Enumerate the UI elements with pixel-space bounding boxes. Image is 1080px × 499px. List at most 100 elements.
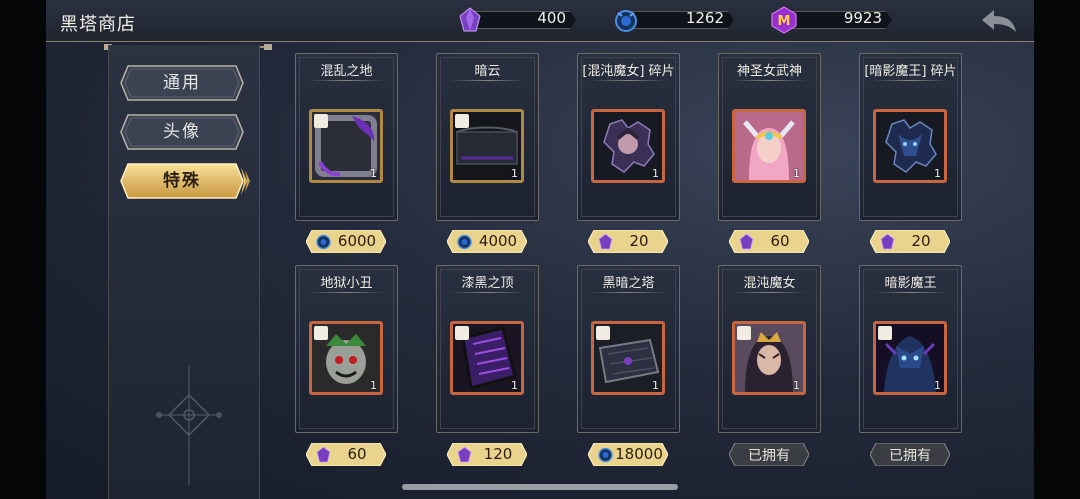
banner-tag-icon xyxy=(455,114,469,128)
back-arrow-icon[interactable] xyxy=(978,6,1020,36)
price-value: 4000 xyxy=(478,232,518,250)
owned-badge-chaos-witch: 已拥有 xyxy=(729,443,809,466)
item-thumbnail: 1 xyxy=(732,321,806,395)
item-thumbnail: 1 xyxy=(450,321,524,395)
price-value: 60 xyxy=(347,445,367,463)
tab-avatar[interactable]: 头像 xyxy=(120,114,244,150)
item-card-hell-clown[interactable]: 地狱小丑 1 xyxy=(295,265,398,433)
item-quantity: 1 xyxy=(793,379,800,392)
tab-special[interactable]: 特殊 xyxy=(120,163,250,199)
item-thumbnail: 1 xyxy=(591,109,665,183)
price-value: 20 xyxy=(629,232,649,250)
purple-crystal-icon xyxy=(880,233,895,250)
horizontal-scrollbar[interactable] xyxy=(402,484,678,490)
blue-orb-icon xyxy=(615,10,637,32)
blue-orb-icon xyxy=(316,234,331,250)
blue-orb-count: 1262 xyxy=(685,9,724,27)
blue-orb-icon xyxy=(598,447,613,463)
purple-crystal-icon xyxy=(457,446,472,463)
blue-orb-icon xyxy=(457,234,472,250)
map-tag-icon xyxy=(455,326,469,340)
purple-crystal-icon xyxy=(739,233,754,250)
tab-avatar-label: 头像 xyxy=(163,122,201,142)
tab-special-label: 特殊 xyxy=(163,171,201,191)
price-button-dark-cloud[interactable]: 4000 xyxy=(447,230,527,253)
item-name: 混乱之地 xyxy=(320,64,373,79)
faction-tag-icon xyxy=(737,326,751,340)
owned-label: 已拥有 xyxy=(748,448,790,464)
tab-general[interactable]: 通用 xyxy=(120,65,244,101)
item-quantity: 1 xyxy=(370,167,377,180)
item-name: 暗云 xyxy=(474,64,501,79)
item-card-chaos-land[interactable]: 混乱之地 1 xyxy=(295,53,398,221)
purple-crystal-icon xyxy=(459,7,481,32)
item-quantity: 1 xyxy=(370,379,377,392)
price-value: 60 xyxy=(770,232,790,250)
owned-badge-shadow-lord: 已拥有 xyxy=(870,443,950,466)
currency-purple-crystal: 400 xyxy=(456,7,576,32)
price-button-chaos-land[interactable]: 6000 xyxy=(306,230,386,253)
item-card-holy-valkyrie[interactable]: 神圣女武神 1 xyxy=(718,53,821,221)
item-quantity: 1 xyxy=(652,167,659,180)
item-card-shadow-lord[interactable]: 暗影魔王 1 xyxy=(859,265,962,433)
price-button-hell-clown[interactable]: 60 xyxy=(306,443,386,466)
item-name: 暗影魔王 xyxy=(884,276,937,291)
item-name: 混沌魔女 xyxy=(743,276,796,291)
left-screen-edge xyxy=(0,0,46,499)
owned-label: 已拥有 xyxy=(889,448,931,464)
item-card-chaos-witch-shard[interactable]: [混沌魔女] 碎片 1 xyxy=(577,53,680,221)
item-thumbnail: 1 xyxy=(873,321,947,395)
category-sidebar: 通用 头像 特殊 xyxy=(108,45,260,499)
price-button-holy-valkyrie[interactable]: 60 xyxy=(729,230,809,253)
m-coin-icon: M xyxy=(771,6,797,34)
faction-tag-icon xyxy=(314,326,328,340)
price-value: 6000 xyxy=(337,232,377,250)
purple-crystal-icon xyxy=(598,233,613,250)
purple-crystal-icon xyxy=(316,446,331,463)
tab-general-label: 通用 xyxy=(163,73,201,93)
item-thumbnail: 1 xyxy=(732,109,806,183)
item-card-pitch-black-peak[interactable]: 漆黑之顶 1 xyxy=(436,265,539,433)
item-thumbnail: 1 xyxy=(873,109,947,183)
item-card-dark-tower[interactable]: 黑暗之塔 1 xyxy=(577,265,680,433)
avatar-frame-tag-icon xyxy=(314,114,328,128)
item-name: 神圣女武神 xyxy=(736,64,802,79)
item-name: 地狱小丑 xyxy=(320,276,373,291)
item-name: 漆黑之顶 xyxy=(461,276,514,291)
sidebar-ornament xyxy=(156,365,222,485)
right-screen-edge xyxy=(1034,0,1080,499)
shop-screen: { "header": { "title": "黑塔商店", "currenci… xyxy=(0,0,1080,499)
currency-blue-orb: 1262 xyxy=(612,9,734,32)
price-value: 18000 xyxy=(615,445,663,463)
item-card-dark-cloud[interactable]: 暗云 1 xyxy=(436,53,539,221)
item-quantity: 1 xyxy=(793,167,800,180)
price-button-chaos-witch-shard[interactable]: 20 xyxy=(588,230,668,253)
svg-text:M: M xyxy=(778,14,791,29)
item-quantity: 1 xyxy=(511,379,518,392)
page-title: 黑塔商店 xyxy=(60,14,136,35)
m-coin-count: 9923 xyxy=(843,9,882,27)
price-button-dark-tower[interactable]: 18000 xyxy=(588,443,668,466)
price-button-pitch-black-peak[interactable]: 120 xyxy=(447,443,527,466)
item-quantity: 1 xyxy=(511,167,518,180)
item-thumbnail: 1 xyxy=(309,321,383,395)
item-name: [混沌魔女] 碎片 xyxy=(582,64,675,79)
item-quantity: 1 xyxy=(652,379,659,392)
price-value: 120 xyxy=(483,445,513,463)
purple-crystal-count: 400 xyxy=(537,9,566,27)
currency-m-coin: 9923 M xyxy=(770,6,892,34)
map-tag-icon xyxy=(596,326,610,340)
item-name: 黑暗之塔 xyxy=(602,276,655,291)
item-quantity: 1 xyxy=(934,167,941,180)
item-card-shadow-lord-shard[interactable]: [暗影魔王] 碎片 1 xyxy=(859,53,962,221)
faction-tag-icon xyxy=(878,326,892,340)
item-thumbnail: 1 xyxy=(591,321,665,395)
item-quantity: 1 xyxy=(934,379,941,392)
top-bar: 黑塔商店 400 1262 9923 M xyxy=(46,0,1034,42)
price-value: 20 xyxy=(911,232,931,250)
item-thumbnail: 1 xyxy=(450,109,524,183)
item-name: [暗影魔王] 碎片 xyxy=(864,64,957,79)
item-card-chaos-witch[interactable]: 混沌魔女 1 xyxy=(718,265,821,433)
price-button-shadow-lord-shard[interactable]: 20 xyxy=(870,230,950,253)
item-thumbnail: 1 xyxy=(309,109,383,183)
